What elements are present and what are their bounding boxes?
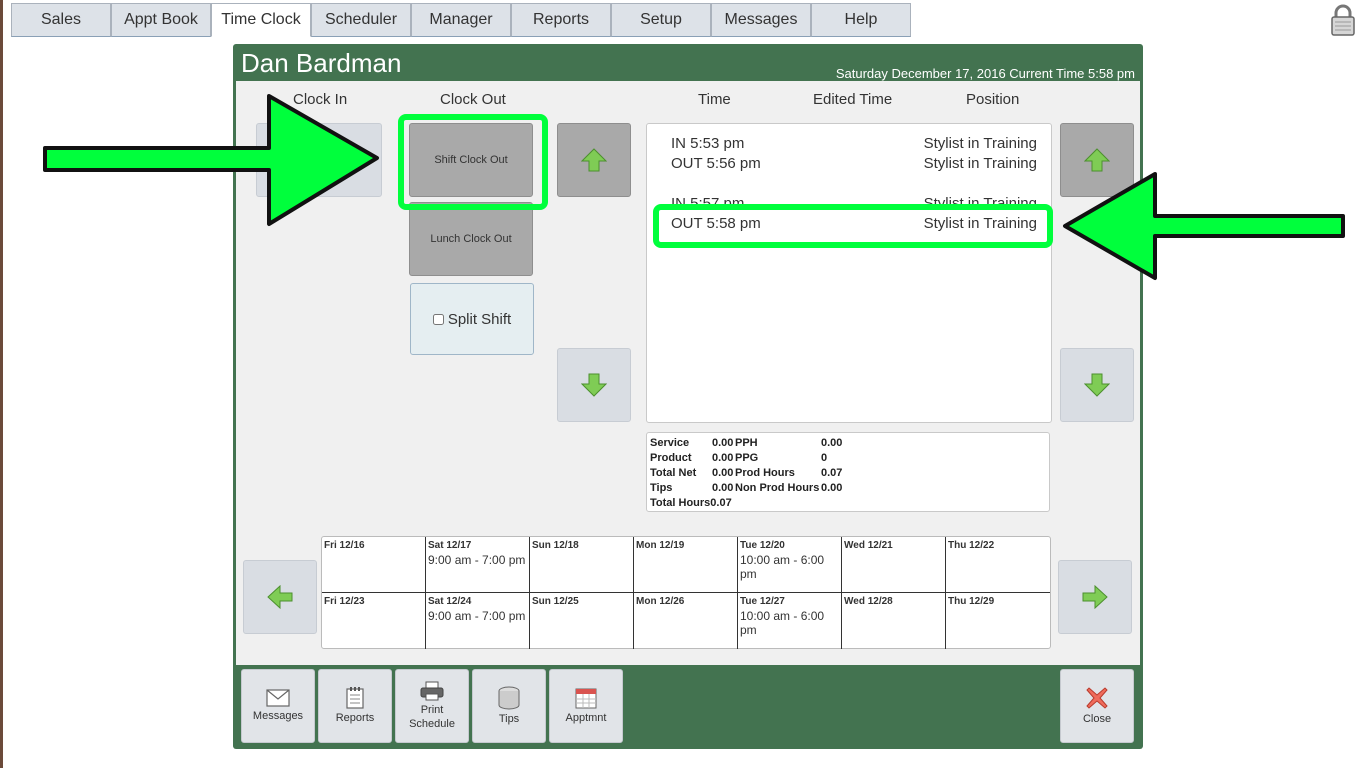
schedule-day[interactable]: Fri 12/23 — [322, 593, 426, 649]
tab-messages[interactable]: Messages — [711, 3, 811, 37]
split-shift-label: Split Shift — [447, 310, 512, 328]
scroll-down-button[interactable] — [557, 348, 631, 422]
arrow-down-icon — [1084, 373, 1110, 397]
arrow-up-icon — [581, 148, 607, 172]
annotation-arrow-right-icon — [43, 94, 379, 226]
arrow-down-icon — [581, 373, 607, 397]
tips-button[interactable]: Tips — [472, 669, 546, 743]
tab-sales[interactable]: Sales — [11, 3, 111, 37]
highlight-shift-clock-out — [398, 114, 548, 210]
current-date-time: Saturday December 17, 2016 Current Time … — [835, 66, 1135, 81]
tab-scheduler[interactable]: Scheduler — [311, 3, 411, 37]
apptmnt-button[interactable]: Apptmnt — [549, 669, 623, 743]
arrow-right-icon — [1082, 585, 1108, 609]
highlight-last-punch — [653, 204, 1053, 248]
arrow-up-icon — [1084, 148, 1110, 172]
tab-help[interactable]: Help — [811, 3, 911, 37]
close-icon — [1086, 686, 1108, 709]
schedule-day[interactable]: Tue 12/27 10:00 am - 6:00 pm — [738, 593, 842, 649]
coins-icon — [498, 686, 520, 710]
tab-manager[interactable]: Manager — [411, 3, 511, 37]
schedule-grid: Fri 12/16 Sat 12/17 9:00 am - 7:00 pm Sun… — [321, 536, 1051, 649]
annotation-arrow-left-icon — [1063, 172, 1345, 280]
time-header: Time — [698, 91, 731, 108]
scroll-up-button[interactable] — [557, 123, 631, 197]
lunch-clock-out-label: Lunch Clock Out — [430, 233, 512, 245]
edited-time-header: Edited Time — [813, 91, 893, 108]
tab-setup[interactable]: Setup — [611, 3, 711, 37]
schedule-day[interactable]: Thu 12/29 — [946, 593, 1050, 649]
schedule-next-button[interactable] — [1058, 560, 1132, 634]
schedule-day[interactable]: Wed 12/21 — [842, 537, 946, 593]
schedule-day[interactable]: Sat 12/17 9:00 am - 7:00 pm — [426, 537, 530, 593]
lock-icon[interactable] — [1330, 4, 1356, 36]
schedule-day[interactable]: Sun 12/25 — [530, 593, 634, 649]
envelope-icon — [266, 689, 290, 707]
schedule-day[interactable]: Mon 12/26 — [634, 593, 738, 649]
punch-list[interactable]: IN 5:53 pm Stylist in Training OUT 5:56 … — [646, 123, 1052, 423]
schedule-day[interactable]: Sun 12/18 — [530, 537, 634, 593]
list-scroll-down-button[interactable] — [1060, 348, 1134, 422]
split-shift-checkbox[interactable] — [432, 313, 444, 325]
schedule-day[interactable]: Mon 12/19 — [634, 537, 738, 593]
main-nav-tabs: Sales Appt Book Time Clock Scheduler Man… — [11, 3, 911, 37]
schedule-day[interactable]: Tue 12/20 10:00 am - 6:00 pm — [738, 537, 842, 593]
calendar-icon — [575, 688, 597, 709]
close-button[interactable]: Close — [1060, 669, 1134, 743]
schedule-prev-button[interactable] — [243, 560, 317, 634]
print-schedule-button[interactable]: Print Schedule — [395, 669, 469, 743]
employee-name: Dan Bardman — [241, 48, 402, 78]
split-shift-toggle[interactable]: Split Shift — [410, 283, 534, 355]
stats-summary: Service 0.00 Product 0.00 Total Net 0.00 Ti… — [646, 432, 1050, 512]
arrow-left-icon — [267, 585, 293, 609]
tab-appt-book[interactable]: Appt Book — [111, 3, 211, 37]
reports-button[interactable]: Reports — [318, 669, 392, 743]
lunch-clock-out-button[interactable]: Lunch Clock Out — [409, 202, 533, 276]
printer-icon — [420, 681, 444, 701]
messages-button[interactable]: Messages — [241, 669, 315, 743]
schedule-day[interactable]: Wed 12/28 — [842, 593, 946, 649]
tab-reports[interactable]: Reports — [511, 3, 611, 37]
clock-out-header: Clock Out — [440, 91, 506, 108]
report-icon — [346, 686, 364, 709]
punch-row[interactable]: IN 5:53 pm Stylist in Training — [671, 135, 1037, 155]
punch-row[interactable]: OUT 5:56 pm Stylist in Training — [671, 155, 1037, 175]
position-header: Position — [966, 91, 1020, 108]
schedule-day[interactable]: Sat 12/24 9:00 am - 7:00 pm — [426, 593, 530, 649]
tab-time-clock[interactable]: Time Clock — [211, 3, 311, 37]
schedule-day[interactable]: Thu 12/22 — [946, 537, 1050, 593]
schedule-day[interactable]: Fri 12/16 — [322, 537, 426, 593]
